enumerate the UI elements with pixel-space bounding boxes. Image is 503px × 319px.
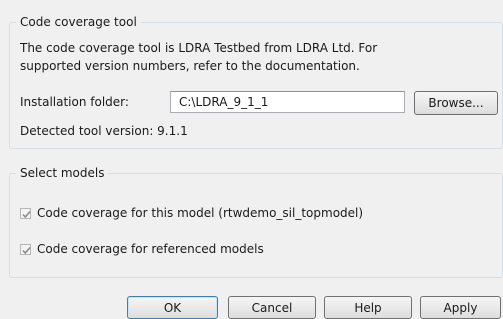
- referenced-models-checkbox-label: Code coverage for referenced models: [37, 242, 264, 256]
- checkbox-row-this-model[interactable]: Code coverage for this model (rtwdemo_si…: [20, 206, 363, 220]
- this-model-checkbox[interactable]: [20, 207, 31, 219]
- referenced-models-checkbox[interactable]: [20, 243, 31, 255]
- this-model-checkbox-label: Code coverage for this model (rtwdemo_si…: [37, 206, 364, 220]
- checkmark-icon: [22, 210, 31, 218]
- tool-description: The code coverage tool is LDRA Testbed f…: [20, 39, 490, 75]
- select-models-group: Select models Code coverage for this mod…: [9, 165, 503, 278]
- code-coverage-tool-title: Code coverage tool: [16, 14, 141, 30]
- tool-description-line-1: The code coverage tool is LDRA Testbed f…: [20, 41, 378, 55]
- detected-tool-version: Detected tool version: 9.1.1: [20, 124, 188, 138]
- installation-folder-input[interactable]: [170, 91, 405, 113]
- select-models-title: Select models: [16, 165, 109, 181]
- browse-button[interactable]: Browse...: [414, 91, 498, 115]
- installation-folder-label: Installation folder:: [20, 95, 129, 109]
- code-coverage-tool-group: Code coverage tool The code coverage too…: [9, 14, 503, 149]
- checkmark-icon: [22, 246, 31, 254]
- checkbox-row-referenced-models[interactable]: Code coverage for referenced models: [20, 242, 264, 256]
- tool-description-line-2: supported version numbers, refer to the …: [20, 59, 360, 73]
